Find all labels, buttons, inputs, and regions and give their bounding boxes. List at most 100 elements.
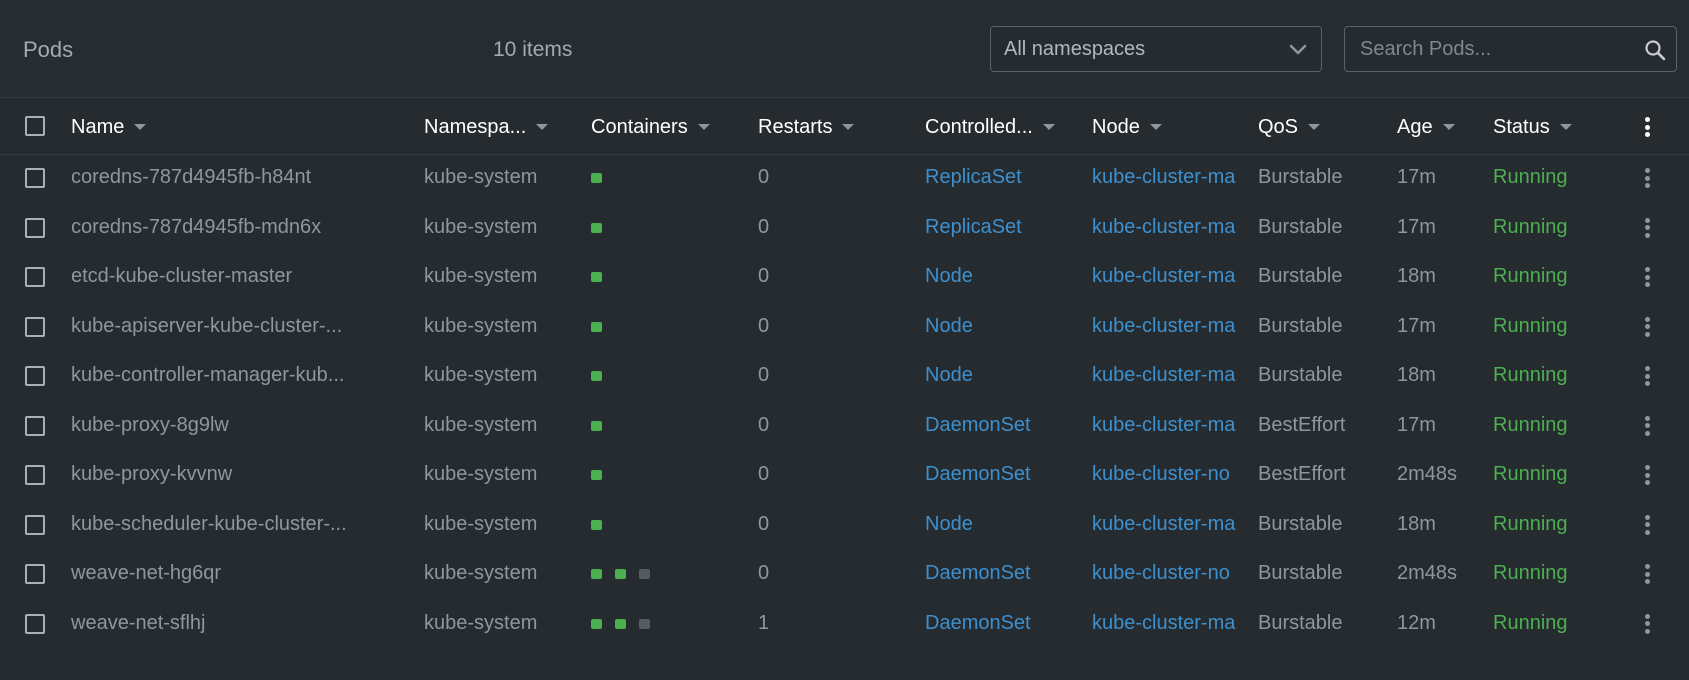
pod-namespace: kube-system (424, 413, 538, 436)
row-menu-icon[interactable] (1640, 216, 1654, 240)
container-status-indicator[interactable] (591, 569, 602, 579)
row-menu-icon[interactable] (1640, 265, 1654, 289)
row-menu-icon[interactable] (1640, 414, 1654, 438)
pod-controlled-by-link[interactable]: Node (925, 302, 1075, 352)
table-row[interactable]: kube-proxy-8g9lw kube-system 0 DaemonSet kub… (0, 401, 1689, 451)
pod-node-link[interactable]: kube-cluster-ma (1092, 203, 1236, 253)
row-checkbox[interactable] (25, 366, 45, 386)
container-status-indicator[interactable] (615, 569, 626, 579)
row-menu-icon[interactable] (1640, 562, 1654, 586)
container-status-indicator[interactable] (591, 371, 602, 381)
column-header-namespace[interactable]: Namespa... (424, 115, 549, 139)
column-header-age[interactable]: Age (1397, 115, 1455, 139)
sort-caret-icon (697, 124, 710, 130)
pod-node-link[interactable]: kube-cluster-no (1092, 549, 1236, 599)
pod-controlled-by-link[interactable]: ReplicaSet (925, 153, 1075, 203)
row-checkbox[interactable] (25, 613, 45, 634)
column-header-node[interactable]: Node (1092, 115, 1162, 139)
pod-node-link[interactable]: kube-cluster-ma (1092, 153, 1236, 203)
pod-namespace: kube-system (424, 265, 538, 287)
row-checkbox[interactable] (25, 415, 45, 436)
pod-node-link[interactable]: kube-cluster-ma (1092, 252, 1236, 302)
pod-namespace: kube-system (424, 364, 538, 386)
container-status-indicator[interactable] (591, 470, 602, 480)
pod-controlled-by-link[interactable]: Node (925, 500, 1075, 550)
pod-node-link[interactable]: kube-cluster-ma (1092, 302, 1236, 352)
table-row[interactable]: weave-net-sflhj kube-system 1 DaemonSet kube… (0, 599, 1689, 649)
namespace-select-value: All namespaces (1004, 37, 1146, 60)
table-row[interactable]: weave-net-hg6qr kube-system 0 DaemonSet kube… (0, 549, 1689, 599)
pod-node-link[interactable]: kube-cluster-ma (1092, 401, 1236, 451)
row-checkbox[interactable] (25, 168, 45, 188)
pod-node-link[interactable]: kube-cluster-ma (1092, 599, 1236, 649)
table-row[interactable]: kube-proxy-kvvnw kube-system 0 DaemonSet kub… (0, 450, 1689, 500)
table-row[interactable]: etcd-kube-cluster-master kube-system 0 Node… (0, 252, 1689, 302)
column-header-controlled-by[interactable]: Controlled... (925, 115, 1055, 139)
pod-controlled-by-link[interactable]: DaemonSet (925, 450, 1075, 500)
pod-restarts: 0 (758, 413, 770, 436)
table-row[interactable]: kube-scheduler-kube-cluster-... kube-syst… (0, 500, 1689, 550)
table-row[interactable]: coredns-787d4945fb-mdn6x kube-system 0 Repl… (0, 203, 1689, 253)
row-checkbox[interactable] (25, 316, 45, 337)
container-status-indicator[interactable] (639, 569, 650, 579)
table-row[interactable]: coredns-787d4945fb-h84nt kube-system 0 Repl… (0, 153, 1689, 203)
namespace-select[interactable]: All namespaces (990, 26, 1322, 72)
pod-controlled-by-link[interactable]: DaemonSet (925, 599, 1075, 649)
column-header-name[interactable]: Name (71, 115, 147, 139)
pod-name: kube-scheduler-kube-cluster-... (71, 512, 347, 535)
search-input[interactable] (1345, 27, 1630, 71)
pod-node-link[interactable]: kube-cluster-ma (1092, 500, 1236, 550)
row-checkbox[interactable] (25, 267, 45, 287)
column-header-status[interactable]: Status (1493, 115, 1572, 139)
pod-controlled-by-link[interactable]: DaemonSet (925, 401, 1075, 451)
pod-status: Running (1493, 364, 1568, 386)
row-menu-icon[interactable] (1640, 463, 1654, 487)
table-row[interactable]: kube-controller-manager-kub... kube-syste… (0, 351, 1689, 401)
container-status-indicator[interactable] (615, 618, 626, 629)
pod-controlled-by-link[interactable]: DaemonSet (925, 549, 1075, 599)
pod-status: Running (1493, 265, 1568, 287)
pod-age: 17m (1397, 314, 1436, 337)
row-checkbox[interactable] (25, 514, 45, 535)
container-status-indicator[interactable] (591, 519, 602, 530)
container-status-indicator[interactable] (591, 222, 602, 233)
pod-status: Running (1493, 215, 1568, 238)
container-status-indicator[interactable] (591, 420, 602, 431)
container-status-indicator[interactable] (639, 618, 650, 629)
sort-caret-icon (1308, 124, 1321, 130)
row-menu-icon[interactable] (1640, 513, 1654, 537)
container-status-indicator[interactable] (591, 618, 602, 629)
pod-namespace: kube-system (424, 562, 538, 584)
pod-controlled-by-link[interactable]: ReplicaSet (925, 203, 1075, 253)
pod-node-link[interactable]: kube-cluster-ma (1092, 351, 1236, 401)
column-header-restarts[interactable]: Restarts (758, 115, 855, 139)
pod-qos: BestEffort (1258, 413, 1346, 436)
search-box (1344, 26, 1677, 72)
pod-namespace: kube-system (424, 166, 538, 188)
pod-controlled-by-link[interactable]: Node (925, 252, 1075, 302)
pod-containers (591, 599, 741, 649)
pod-controlled-by-link[interactable]: Node (925, 351, 1075, 401)
table-row[interactable]: kube-apiserver-kube-cluster-... kube-syst… (0, 302, 1689, 352)
row-menu-icon[interactable] (1640, 315, 1654, 339)
container-status-indicator[interactable] (591, 173, 602, 183)
column-header-containers[interactable]: Containers (591, 115, 710, 139)
column-settings-menu-icon[interactable] (1640, 115, 1654, 139)
pod-node-link[interactable]: kube-cluster-no (1092, 450, 1236, 500)
pod-name: kube-apiserver-kube-cluster-... (71, 314, 343, 337)
select-all-checkbox[interactable] (25, 116, 45, 136)
row-checkbox[interactable] (25, 465, 45, 485)
container-status-indicator[interactable] (591, 321, 602, 332)
row-menu-icon[interactable] (1640, 166, 1654, 190)
row-checkbox[interactable] (25, 217, 45, 238)
row-menu-icon[interactable] (1640, 364, 1654, 388)
column-header-qos[interactable]: QoS (1258, 115, 1321, 139)
container-status-indicator[interactable] (591, 272, 602, 282)
pod-qos: Burstable (1258, 265, 1343, 287)
search-icon[interactable] (1644, 39, 1666, 61)
pod-status: Running (1493, 314, 1568, 337)
pod-restarts: 0 (758, 265, 770, 287)
row-checkbox[interactable] (25, 564, 45, 584)
page-header: Pods 10 items All namespaces (0, 0, 1689, 98)
row-menu-icon[interactable] (1640, 612, 1654, 636)
